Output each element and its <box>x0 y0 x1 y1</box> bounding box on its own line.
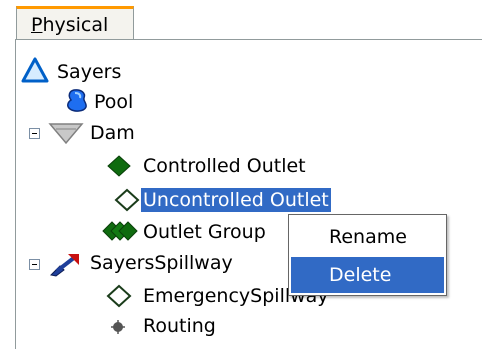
emergency-spillway-icon <box>106 284 132 308</box>
tree-item-dam[interactable]: Dam <box>88 119 137 147</box>
collapse-spillway-toggle[interactable] <box>29 259 40 270</box>
tree-item-pool[interactable]: Pool <box>92 88 135 116</box>
tree-item-sayers[interactable]: Sayers <box>55 58 123 86</box>
tree-item-uncontrolled-outlet[interactable]: Uncontrolled Outlet <box>141 186 331 214</box>
spillway-icon <box>49 254 79 277</box>
reservoir-triangle-icon <box>21 57 49 83</box>
outlet-group-icon <box>102 221 138 241</box>
tree-item-outlet-group[interactable]: Outlet Group <box>141 218 268 246</box>
uncontrolled-outlet-icon <box>114 188 140 212</box>
collapse-dam-toggle[interactable] <box>29 128 40 139</box>
menu-item-rename[interactable]: Rename <box>291 219 444 255</box>
tree-item-routing[interactable]: Routing <box>141 312 218 340</box>
controlled-outlet-icon <box>107 155 131 177</box>
tree-item-controlled-outlet[interactable]: Controlled Outlet <box>141 152 308 180</box>
routing-icon <box>111 320 125 334</box>
pool-icon <box>67 89 87 112</box>
tab-physical[interactable]: Physical <box>16 6 134 40</box>
menu-item-delete[interactable]: Delete <box>291 257 444 293</box>
dam-icon <box>48 123 84 145</box>
tree-item-sayers-spillway[interactable]: SayersSpillway <box>88 249 235 277</box>
tab-physical-label: Physical <box>31 14 109 36</box>
context-menu: Rename Delete <box>288 214 447 296</box>
